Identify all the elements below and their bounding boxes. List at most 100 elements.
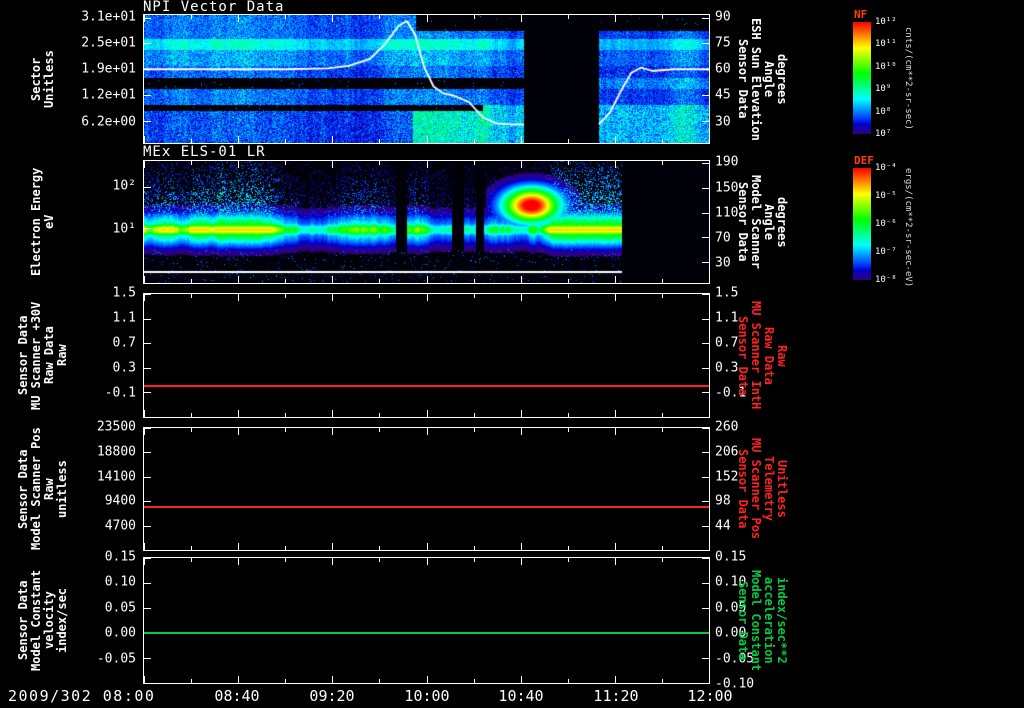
- x-axis-tick-mark: [520, 410, 522, 417]
- x-axis-tick-mark: [191, 139, 193, 143]
- time-axis: 2009/302 08:00 08:40 09:20 10:00 10:40 1…: [0, 687, 1024, 707]
- x-axis-tick-mark: [520, 276, 522, 283]
- axis-title-line: Angle: [762, 203, 776, 241]
- axis-title-line: Sensor Data: [736, 39, 750, 119]
- axis-title-line: degrees: [775, 53, 789, 105]
- x-axis-tick-mark: [238, 136, 240, 143]
- panel-model-constant: Sensor Data Model Constant velocity index/s…: [0, 550, 1024, 692]
- y-axis-tick-mark: [702, 501, 709, 503]
- y-axis-tick-mark: [144, 476, 151, 478]
- x-axis-tick-mark: [567, 428, 569, 432]
- y-axis-tick-mark: [144, 452, 151, 454]
- axis-title-line: Raw: [775, 344, 789, 367]
- y-axis-tick-mark: [702, 476, 709, 478]
- axis-title-line: MU Scanner IntH: [749, 301, 763, 410]
- npi-right-axis-title: Sensor Data ESH Sun Elevation Angle degrees: [736, 14, 800, 144]
- tick-label: 18800: [96, 444, 136, 460]
- colorbar-tick-label: 10⁻⁸: [875, 275, 897, 285]
- y-axis-tick-mark: [144, 583, 151, 584]
- time-axis-label: 12:00: [687, 687, 733, 705]
- scannerpos-plot-area[interactable]: [143, 427, 710, 551]
- x-axis-tick-mark: [144, 161, 145, 168]
- x-axis-tick-mark: [238, 294, 240, 301]
- y-axis-tick-mark: [144, 294, 151, 295]
- x-axis-tick-mark: [520, 543, 522, 550]
- x-axis-tick-mark: [379, 139, 381, 143]
- y-axis-tick-mark: [144, 43, 151, 45]
- colorbar-def-gradient: [853, 168, 871, 280]
- tick-label: 10²: [112, 178, 136, 194]
- x-axis-tick-mark: [144, 558, 145, 565]
- x-axis-tick-mark: [238, 543, 240, 550]
- x-axis-tick-mark: [379, 15, 381, 19]
- tick-label: 2.5e+01: [81, 35, 136, 51]
- y-axis-tick-mark: [144, 392, 151, 394]
- modelconst-right-axis-title: Sensor Data Model Constant acceleration ind…: [736, 557, 800, 684]
- els-plot-area[interactable]: [143, 160, 710, 284]
- tick-label: 23500: [96, 419, 136, 435]
- y-axis-tick-mark: [702, 69, 709, 71]
- x-axis-tick-mark: [614, 558, 616, 565]
- y-axis-tick-mark: [144, 428, 151, 429]
- x-axis-tick-mark: [332, 15, 334, 22]
- x-axis-tick-mark: [379, 279, 381, 283]
- x-axis-tick-mark: [285, 546, 287, 550]
- x-axis-tick-mark: [661, 428, 663, 432]
- tick-label: 206: [715, 444, 739, 460]
- x-axis-tick-mark: [332, 294, 334, 301]
- tick-label: 44: [715, 518, 731, 534]
- tick-label: 6.2e+00: [81, 114, 136, 130]
- npi-plot-area[interactable]: [143, 14, 710, 144]
- x-axis-tick-mark: [285, 15, 287, 19]
- x-axis-tick-mark: [426, 558, 428, 565]
- science-plot-screen: NPI Vector Data MEx ELS-01 LR Sector Unit…: [0, 0, 1024, 708]
- panel1-title: NPI Vector Data: [143, 0, 285, 15]
- x-axis-tick-mark: [661, 558, 663, 562]
- x-axis-tick-mark: [379, 546, 381, 550]
- colorbar-nf-ticks: 10¹² 10¹¹ 10¹⁰ 10⁹ 10⁸ 10⁷: [875, 17, 903, 139]
- axis-title-line: index/sec**2: [775, 577, 789, 664]
- x-axis-tick-mark: [473, 413, 475, 417]
- data-line: [144, 505, 709, 508]
- tick-label: 152: [715, 469, 739, 485]
- x-axis-tick-mark: [709, 15, 710, 22]
- mu30v-plot-area[interactable]: [143, 293, 710, 418]
- tick-label: 0.00: [104, 625, 136, 641]
- npi-spectrogram-canvas[interactable]: [144, 15, 709, 143]
- tick-label: 3.1e+01: [81, 9, 136, 25]
- axis-title-line: Model Constant: [749, 569, 763, 672]
- x-axis-tick-mark: [614, 294, 616, 301]
- x-axis-tick-mark: [567, 139, 569, 143]
- x-axis-tick-mark: [238, 276, 240, 283]
- scannerpos-right-axis-title: Sensor Data MU Scanner Pos Telemetry Unitle…: [736, 427, 800, 551]
- x-axis-tick-mark: [191, 679, 193, 683]
- scannerpos-left-axis-ticks: 23500 18800 14100 9400 4700: [0, 420, 140, 551]
- y-axis-tick-mark: [144, 608, 151, 609]
- x-axis-tick-mark: [238, 15, 240, 22]
- els-right-axis-title: Sensor Data Model Scanner Angle degrees: [736, 160, 800, 284]
- x-axis-tick-mark: [332, 136, 334, 143]
- x-axis-tick-mark: [709, 558, 710, 565]
- x-axis-tick-mark: [191, 428, 193, 432]
- y-axis-tick-mark: [702, 120, 709, 122]
- x-axis-tick-mark: [709, 136, 710, 143]
- x-axis-tick-mark: [520, 15, 522, 22]
- x-axis-tick-mark: [379, 161, 381, 165]
- tick-label: -0.1: [104, 385, 136, 401]
- time-axis-label: 09:20: [309, 687, 355, 705]
- tick-label: 0.3: [715, 360, 739, 376]
- colorbar-tick-label: 10⁻⁵: [875, 191, 897, 201]
- y-axis-tick-mark: [702, 428, 709, 429]
- axis-title-line: Sensor Data: [736, 580, 750, 661]
- els-spectrogram-canvas[interactable]: [144, 161, 709, 283]
- x-axis-tick-mark: [238, 161, 240, 168]
- y-axis-tick-mark: [144, 501, 151, 503]
- modelconst-plot-area[interactable]: [143, 557, 710, 684]
- x-axis-tick-mark: [473, 279, 475, 283]
- x-axis-tick-mark: [285, 679, 287, 683]
- x-axis-tick-mark: [520, 294, 522, 301]
- modelconst-left-axis-ticks: 0.15 0.10 0.05 0.00 -0.05: [0, 550, 140, 684]
- axis-title-line: Sensor Data: [736, 315, 750, 396]
- tick-label: 0.10: [104, 574, 136, 590]
- x-axis-tick-mark: [332, 410, 334, 417]
